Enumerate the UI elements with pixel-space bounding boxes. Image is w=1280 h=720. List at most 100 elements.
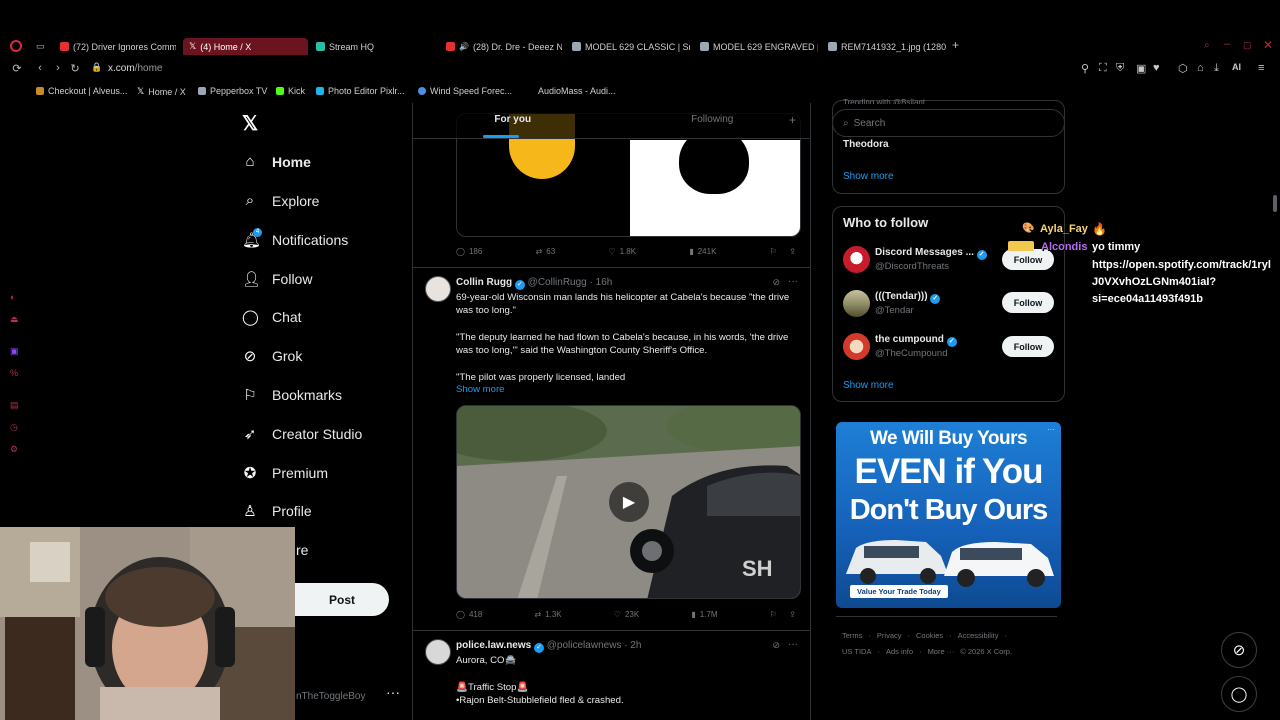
history-icon[interactable]: ◷ <box>10 422 18 433</box>
refresh-icon[interactable]: ↻ <box>68 62 82 75</box>
tab-following[interactable]: Following <box>613 103 811 138</box>
nav-profile[interactable]: ♙ Profile <box>242 502 311 520</box>
nav-chat[interactable]: ◯ Chat <box>242 308 302 326</box>
tab-model-629-classic[interactable]: MODEL 629 CLASSIC | Sm <box>566 38 690 55</box>
suggestion-handle[interactable]: @Tendar <box>875 305 914 316</box>
page-scrollbar[interactable] <box>1273 195 1277 212</box>
player-icon[interactable]: ⏏ <box>10 314 19 325</box>
bookmark-alveus[interactable]: Checkout | Alveus... <box>36 86 127 96</box>
avatar[interactable] <box>843 246 870 273</box>
new-tab-button[interactable]: + <box>952 38 959 52</box>
forward-icon[interactable]: › <box>51 62 65 74</box>
heart-icon[interactable]: ♥ <box>1153 62 1160 74</box>
maximize-icon[interactable]: ▢ <box>1243 40 1252 51</box>
tab-overview-icon[interactable]: ▭ <box>36 41 45 52</box>
tab-stream-hq[interactable]: Stream HQ <box>310 38 430 55</box>
ad-more-icon[interactable]: ··· <box>1047 425 1055 434</box>
x-logo-icon[interactable]: 𝕏 <box>242 111 258 136</box>
nav-follow[interactable]: 👤︎ Follow <box>242 270 312 288</box>
menu-icon[interactable]: ≡ <box>1258 62 1264 74</box>
tab-youtube-driver[interactable]: (72) Driver Ignores Comma <box>54 38 176 55</box>
author-handle[interactable]: @policelawnews <box>547 640 622 651</box>
author-name[interactable]: Collin Rugg <box>456 277 512 288</box>
footer-link-terms[interactable]: Terms <box>842 631 862 640</box>
pinboard-icon[interactable]: ▤ <box>10 400 19 411</box>
opera-logo-icon[interactable] <box>10 40 22 52</box>
repost-button[interactable]: ⇄ 1.3K <box>534 610 561 619</box>
follow-button[interactable]: Follow <box>1002 292 1054 313</box>
author-name[interactable]: police.law.news <box>456 640 531 651</box>
nav-premium[interactable]: ✪ Premium <box>242 464 328 482</box>
minimize-icon[interactable]: – <box>1224 38 1230 50</box>
footer-link-more[interactable]: More ··· <box>928 647 955 656</box>
nav-creator-studio[interactable]: ➶ Creator Studio <box>242 425 363 443</box>
search-input[interactable]: ⌕ Search <box>832 109 1065 137</box>
who-to-follow-show-more-link[interactable]: Show more <box>843 380 894 391</box>
tweet-time[interactable]: · 16h <box>590 277 613 288</box>
bookmark-page-icon[interactable]: ▣ <box>1136 62 1146 75</box>
bookmark-x-home[interactable]: 𝕏 Home / X <box>137 86 186 97</box>
like-button[interactable]: ♡ 23K <box>614 610 639 619</box>
suggestion-name[interactable]: (((Tendar))) ✓ <box>875 291 941 304</box>
views-button[interactable]: ▮ 1.7M <box>691 610 717 619</box>
author-handle[interactable]: @CollinRugg <box>528 277 587 288</box>
bookmark-kick[interactable]: Kick <box>276 86 305 96</box>
more-options-icon[interactable]: ··· <box>788 639 798 650</box>
avatar[interactable] <box>425 276 451 302</box>
footer-link-us-tida[interactable]: US TIDA <box>842 647 871 656</box>
show-more-link[interactable]: Show more <box>456 384 505 395</box>
bookmark-wind[interactable]: Wind Speed Forec... <box>418 86 512 96</box>
wallet-icon[interactable]: ⌂ <box>1197 62 1204 74</box>
tab-rem-image[interactable]: REM7141932_1.jpg (1280×7 <box>822 38 946 55</box>
ad-cta-button[interactable]: Value Your Trade Today <box>850 585 948 598</box>
tweet-video[interactable]: SH ▶ <box>456 405 801 599</box>
footer-link-privacy[interactable]: Privacy <box>877 631 902 640</box>
shield-icon[interactable]: ⛨ <box>1116 62 1124 75</box>
snapshot-icon[interactable]: ⛶ <box>1099 62 1107 75</box>
address-bar[interactable]: x.com/home <box>108 63 162 74</box>
tab-youtube-dre[interactable]: 🔊 (28) Dr. Dre - Deeez N <box>440 38 562 55</box>
bookmark-pixlr[interactable]: Photo Editor Pixlr... <box>316 86 405 96</box>
avatar[interactable] <box>843 333 870 360</box>
percent-icon[interactable]: % <box>10 368 18 378</box>
nav-more-partial[interactable]: re <box>296 542 308 558</box>
grok-fab-icon[interactable]: ⊘ <box>1221 632 1257 668</box>
search-tabs-icon[interactable]: ⌕ <box>1204 40 1210 51</box>
avatar[interactable] <box>843 290 870 317</box>
nav-grok[interactable]: ⊘ Grok <box>242 347 303 365</box>
nav-home[interactable]: ⌂ Home <box>242 153 310 170</box>
footer-link-ads-info[interactable]: Ads info <box>886 647 913 656</box>
more-options-icon[interactable]: ··· <box>788 276 798 287</box>
messenger-icon[interactable]: ◐ <box>10 292 15 302</box>
bookmark-icon[interactable]: ⚐ <box>770 247 777 256</box>
twitch-icon[interactable]: ▣ <box>10 346 19 357</box>
bookmark-audiomass[interactable]: AudioMass - Audi... <box>526 86 616 96</box>
grok-tweet-icon[interactable]: ⊘ <box>772 277 780 288</box>
like-button[interactable]: ♡ 1.8K <box>608 247 636 256</box>
tab-model-629-engraved[interactable]: MODEL 629 ENGRAVED | S <box>694 38 818 55</box>
account-handle[interactable]: nTheToggleBoy <box>296 691 366 702</box>
post-button[interactable]: Post <box>295 583 389 616</box>
tab-for-you[interactable]: For you <box>413 103 613 138</box>
play-button-icon[interactable]: ▶ <box>609 482 649 522</box>
nav-explore[interactable]: ⌕ Explore <box>242 192 320 209</box>
reply-button[interactable]: ◯ 418 <box>456 610 482 619</box>
bookmark-pepperbox[interactable]: Pepperbox TV <box>198 86 267 96</box>
account-more-icon[interactable]: ··· <box>386 684 400 700</box>
ad-banner[interactable]: We Will Buy Yours EVEN if You Don't Buy … <box>836 422 1061 608</box>
suggestion-name[interactable]: Discord Messages ... ✓ <box>875 247 987 260</box>
views-button[interactable]: ▮ 241K <box>689 247 716 256</box>
trend-item[interactable]: Theodora <box>843 139 889 150</box>
tab-x-home[interactable]: 𝕏 (4) Home / X <box>183 38 308 55</box>
share-icon[interactable]: ⇪ <box>789 247 796 256</box>
ai-icon[interactable]: AI <box>1232 62 1241 72</box>
reply-button[interactable]: ◯ 186 <box>456 247 482 256</box>
extensions-icon[interactable]: ⬡ <box>1178 62 1188 75</box>
settings-icon[interactable]: ⚙ <box>10 444 18 455</box>
follow-button[interactable]: Follow <box>1002 336 1054 357</box>
download-icon[interactable]: ⤓ <box>1214 62 1219 75</box>
repost-button[interactable]: ⇄ 63 <box>536 247 556 256</box>
bookmark-icon[interactable]: ⚐ <box>770 610 777 619</box>
tweet-time[interactable]: · 2h <box>624 640 641 651</box>
close-window-icon[interactable]: ✕ <box>1263 38 1273 52</box>
